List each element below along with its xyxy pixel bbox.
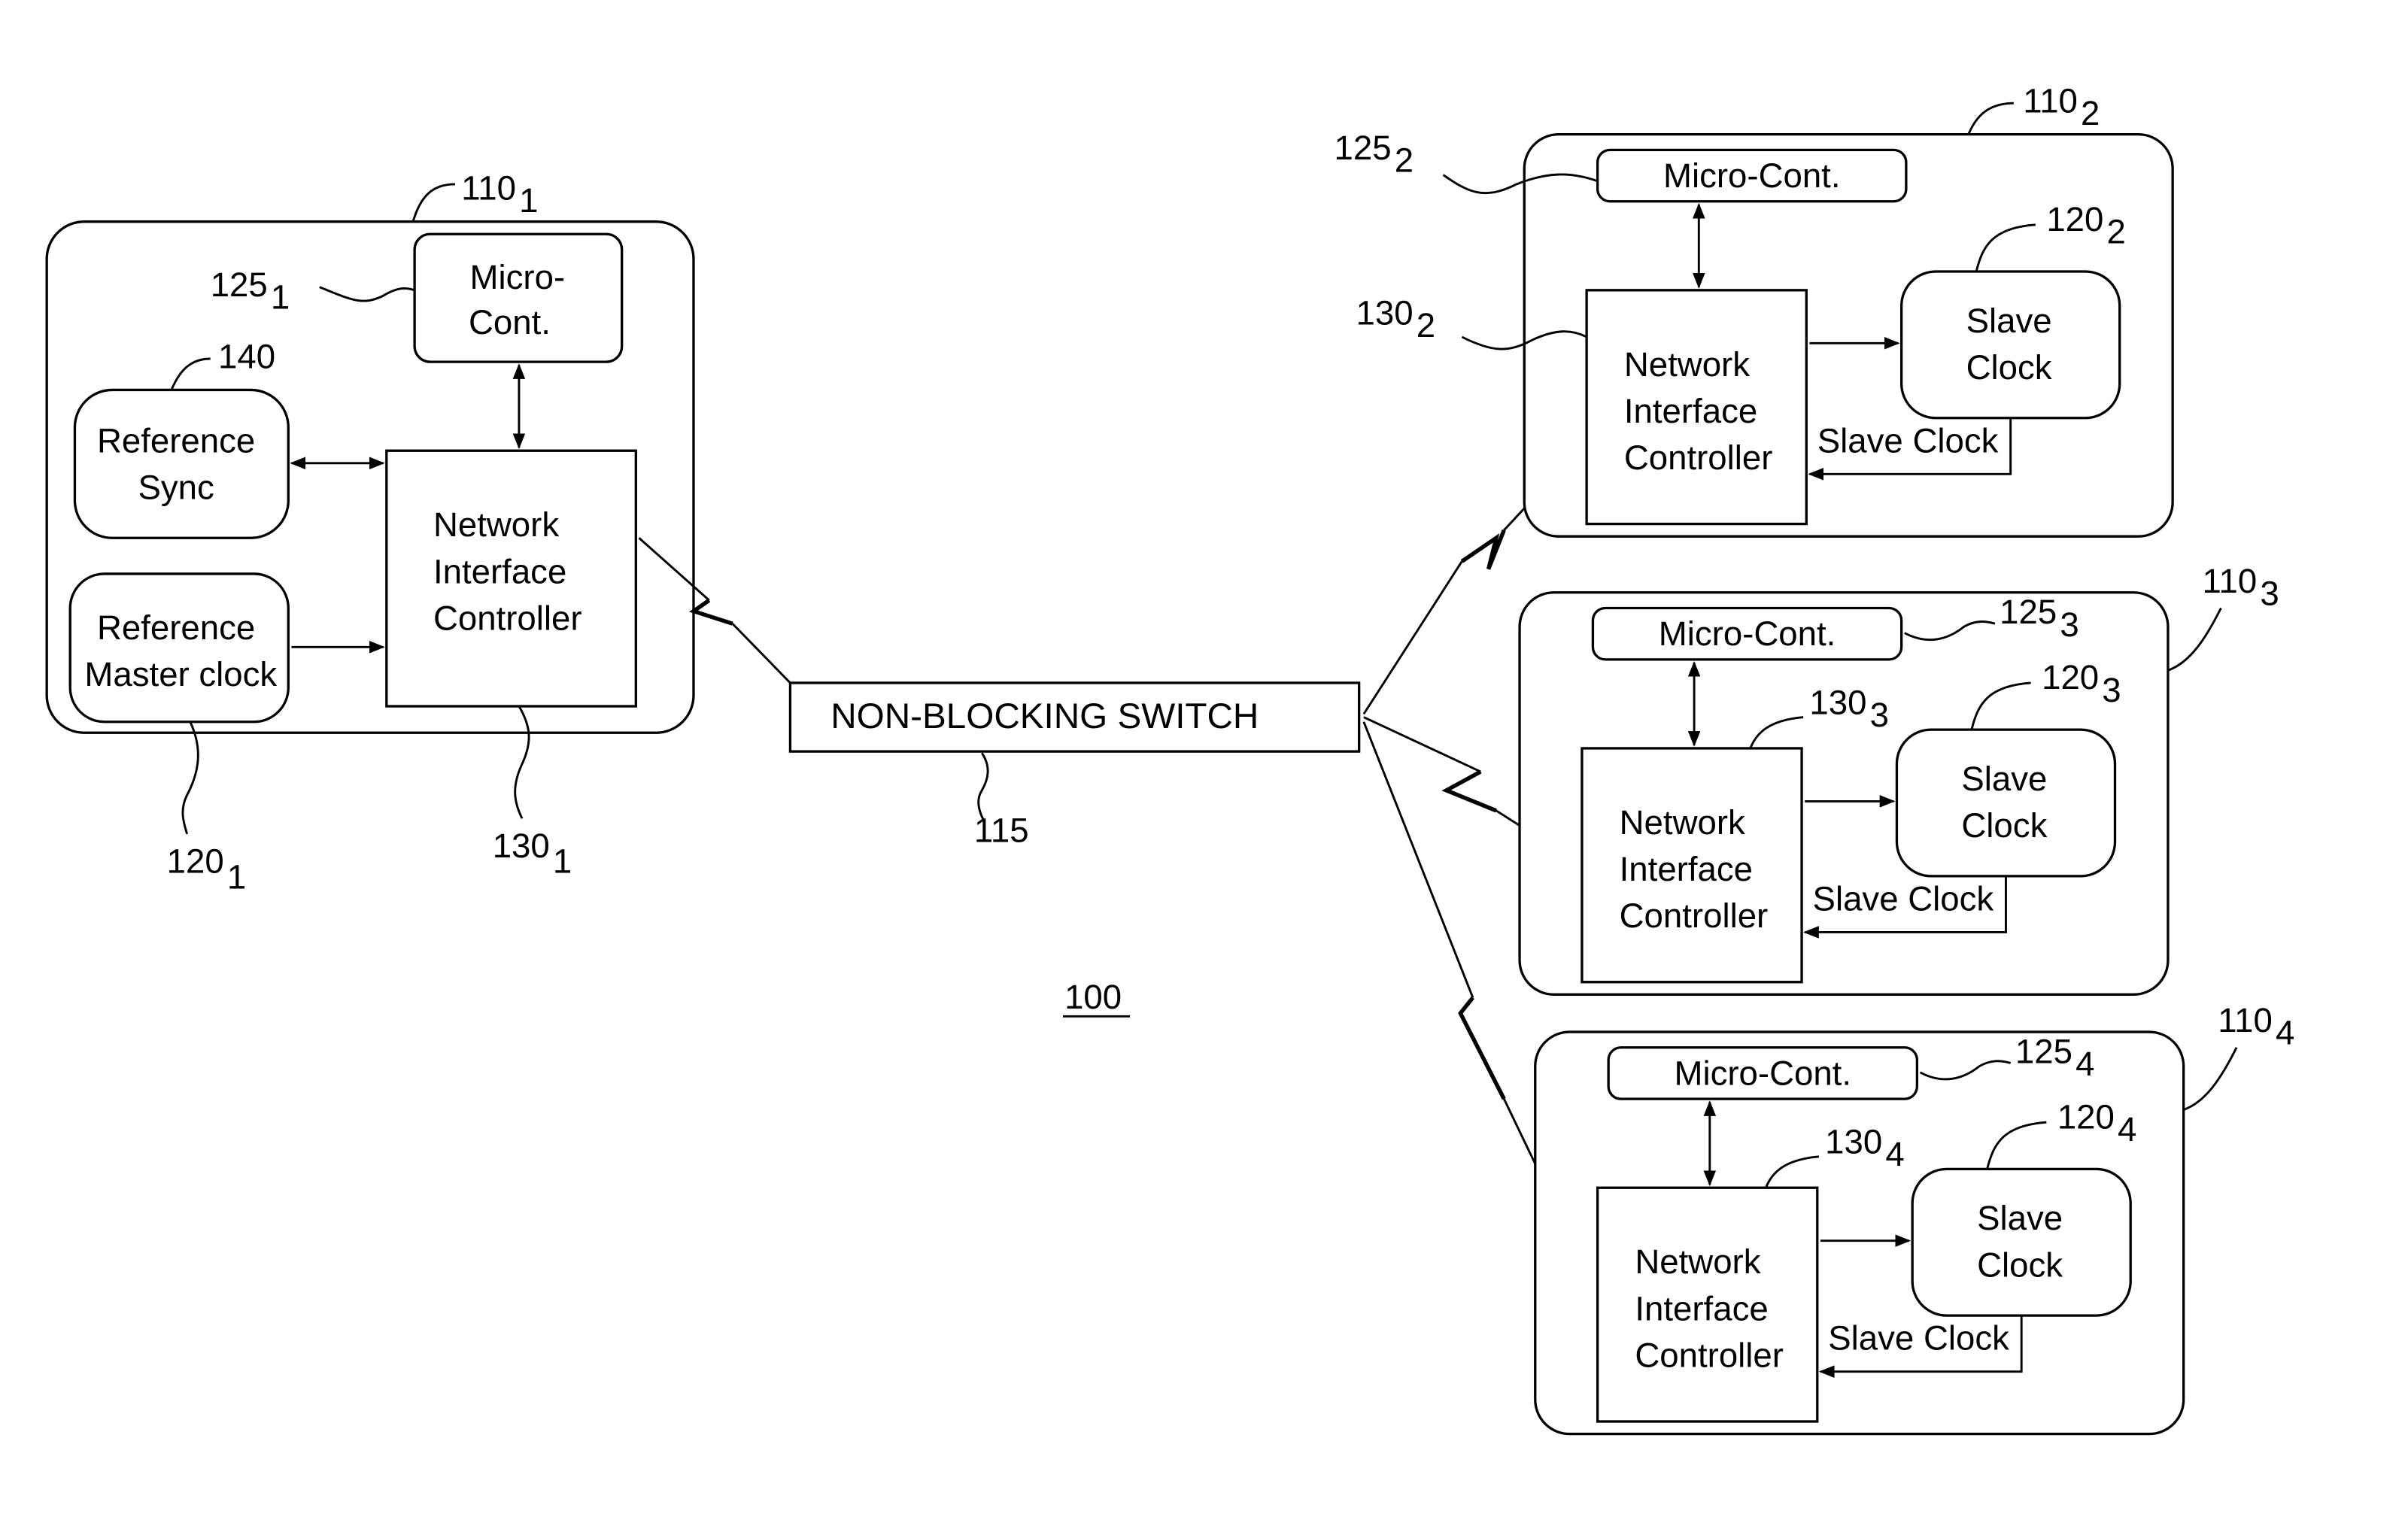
master-clock-line1: Reference <box>97 608 255 647</box>
leader-115 <box>977 752 989 821</box>
micro-controller-label: Micro-Cont. <box>1674 1054 1851 1092</box>
slave-clock <box>1895 728 2117 878</box>
slave-node-3: Micro-Cont. Network Interface Controller Sla… <box>1518 562 2279 996</box>
ref-110-1: 110 1 <box>461 169 538 220</box>
nic-line: Controller <box>1620 897 1769 935</box>
ref-125: 125 2 <box>1334 129 1414 180</box>
slave-clock-line: Clock <box>1977 1245 2063 1284</box>
figure-ref-100: 100 <box>1064 978 1122 1016</box>
micro-controller-1 <box>413 232 624 363</box>
leader-110-1 <box>411 183 455 223</box>
nic-1-line2: Interface <box>433 552 566 590</box>
slave-node-4: Micro-Cont. Network Interface Controller Sla… <box>1534 1001 2294 1436</box>
feedback-label: Slave Clock <box>1813 879 1994 918</box>
reference-sync <box>73 388 290 539</box>
ref-115: 115 <box>974 811 1029 849</box>
slave-clock-line: Clock <box>1966 348 2052 387</box>
micro-controller-1-line1: Micro- <box>470 258 566 296</box>
slave-node-2: Micro-Cont. Network Interface Controller Sla… <box>1334 82 2174 538</box>
link-node3-bolt <box>1441 769 1497 813</box>
slave-clock <box>1899 270 2121 420</box>
ref-110: 110 2 <box>2023 82 2100 133</box>
nic-line: Controller <box>1624 438 1773 477</box>
slave-clock <box>1911 1167 2132 1317</box>
master-clock-line2: Master clock <box>84 655 277 693</box>
non-blocking-switch: NON-BLOCKING SWITCH 115 <box>788 681 1361 849</box>
nic-line: Controller <box>1635 1336 1784 1374</box>
ref-110: 110 3 <box>2203 562 2279 613</box>
nic-1-line1: Network <box>433 505 559 544</box>
ref-120-1: 120 1 <box>167 842 247 897</box>
link-node4-bolt <box>1458 996 1506 1100</box>
nic-1-line3: Controller <box>433 599 582 638</box>
micro-controller-1-line2: Cont. <box>469 303 551 341</box>
nic-line: Network <box>1635 1242 1760 1281</box>
ref-130: 130 2 <box>1356 293 1436 344</box>
slave-clock-line: Slave <box>1966 302 2052 340</box>
reference-sync-line2: Sync <box>138 468 214 506</box>
nic-line: Interface <box>1624 392 1757 430</box>
slave-clock-line: Slave <box>1961 760 2047 798</box>
link-master-b <box>731 623 791 684</box>
link-node4-a <box>1362 721 1474 998</box>
micro-controller-label: Micro-Cont. <box>1659 614 1836 653</box>
ref-140: 140 <box>218 337 275 375</box>
switch-label: NON-BLOCKING SWITCH <box>831 696 1259 736</box>
slave-clock-line: Clock <box>1961 806 2047 845</box>
leader-110 <box>2167 607 2222 672</box>
master-node: 110 1 Micro- Cont. 125 1 Reference Sync 14… <box>45 169 695 897</box>
slave-clock-line: Slave <box>1977 1199 2063 1237</box>
link-node2-a <box>1362 560 1463 715</box>
ref-110: 110 4 <box>2218 1001 2294 1052</box>
micro-controller-label: Micro-Cont. <box>1663 156 1841 195</box>
nic-line: Network <box>1624 345 1750 384</box>
leader-110 <box>1967 102 2014 135</box>
feedback-label: Slave Clock <box>1817 421 1999 460</box>
nic-line: Interface <box>1635 1289 1768 1327</box>
nic-line: Interface <box>1620 850 1753 888</box>
reference-master-clock <box>68 572 290 724</box>
network-links <box>638 440 1599 1294</box>
link-master-bolt <box>688 598 733 626</box>
reference-sync-line1: Reference <box>97 421 255 460</box>
leader-110 <box>2183 1047 2238 1111</box>
ref-130-1: 130 1 <box>493 827 572 881</box>
feedback-label: Slave Clock <box>1828 1319 2009 1358</box>
system-diagram: 110 1 Micro- Cont. 125 1 Reference Sync 14… <box>45 82 2294 1436</box>
link-node2-bolt <box>1460 529 1506 570</box>
nic-line: Network <box>1620 803 1745 842</box>
leader-120-1 <box>181 721 199 835</box>
